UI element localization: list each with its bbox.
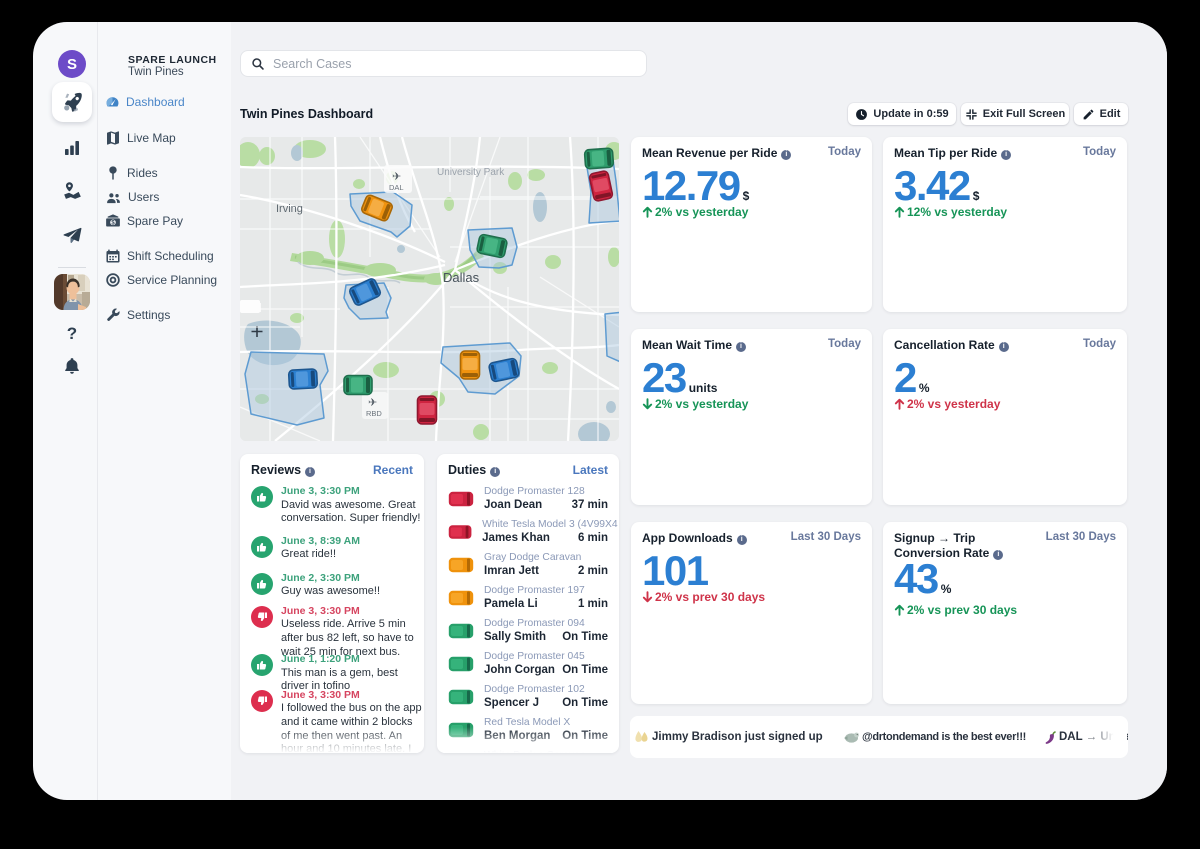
svg-text:✈: ✈ [368, 397, 377, 409]
svg-text:✈: ✈ [392, 171, 401, 183]
svg-text:RBD: RBD [366, 409, 382, 418]
svg-text:University Park: University Park [437, 167, 505, 178]
svg-text:DAL: DAL [389, 183, 404, 192]
svg-text:Irving: Irving [276, 203, 303, 215]
svg-text:Dallas: Dallas [443, 270, 480, 285]
